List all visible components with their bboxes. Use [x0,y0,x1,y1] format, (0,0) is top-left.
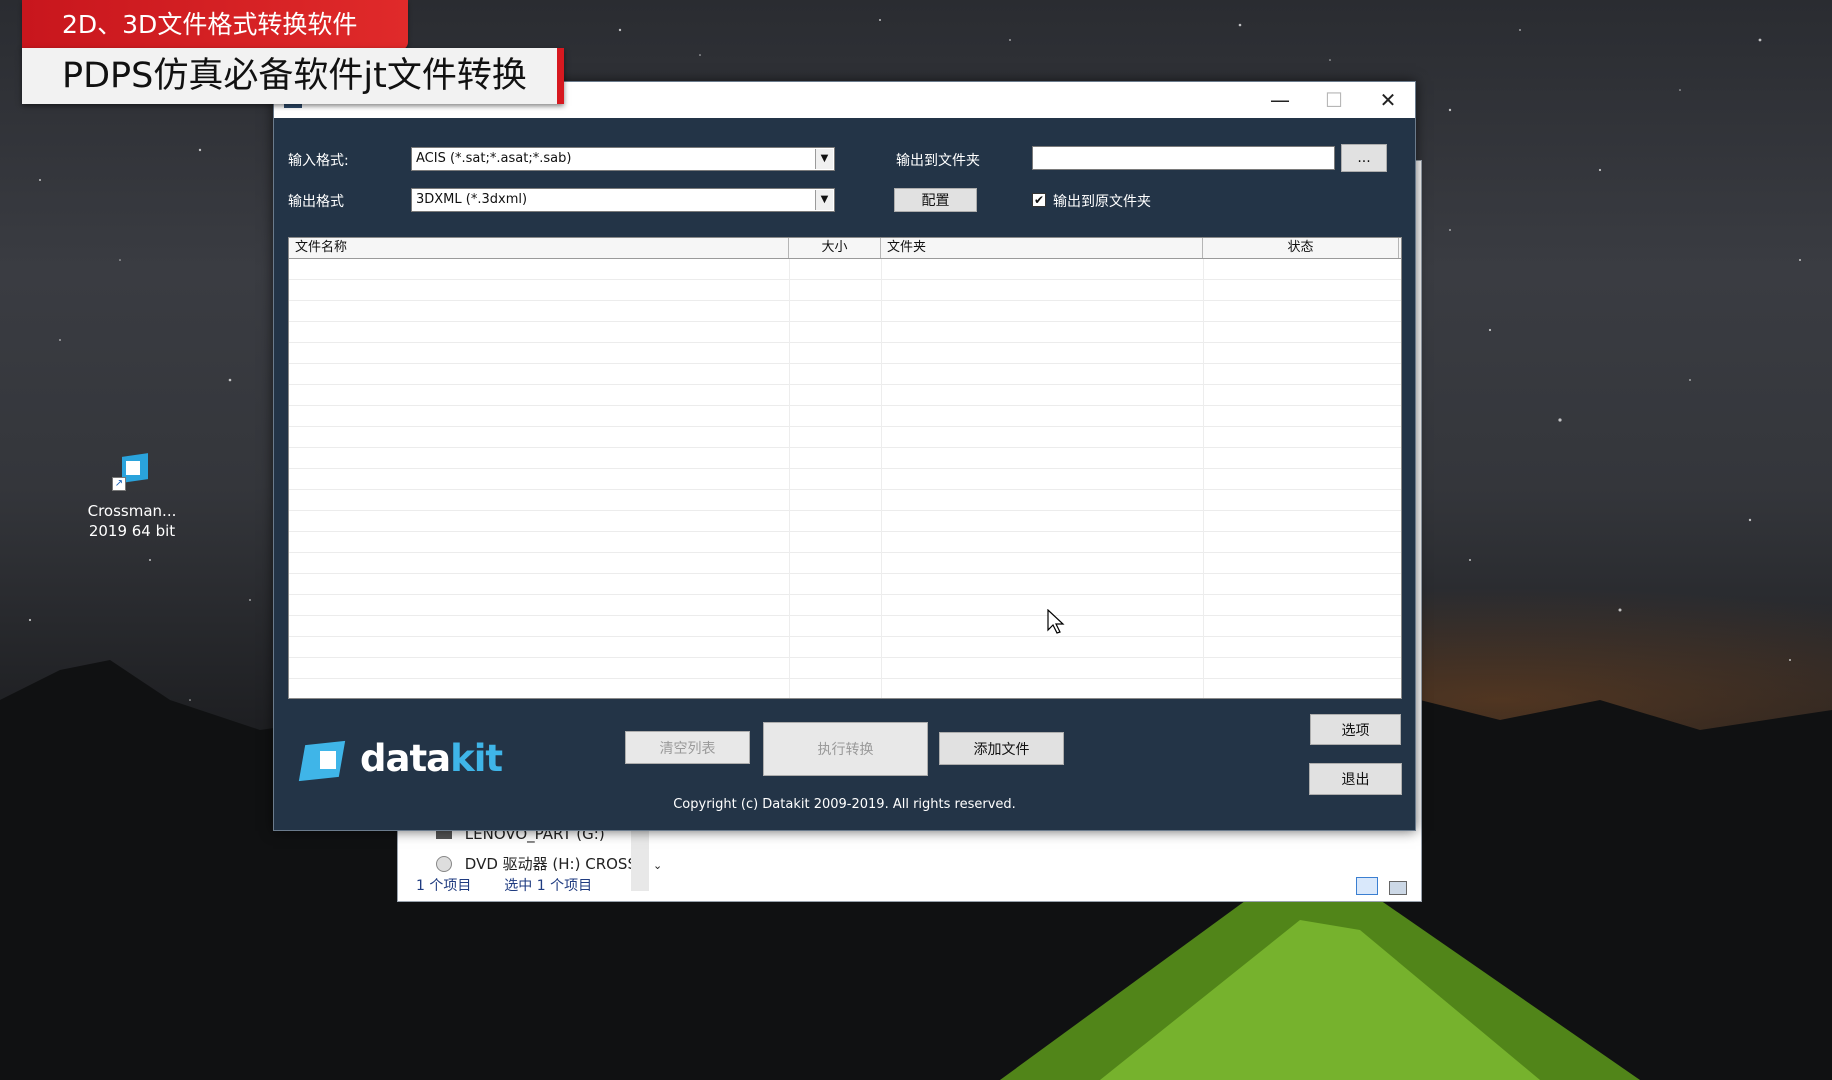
input-format-dropdown[interactable]: ACIS (*.sat;*.asat;*.sab) ▼ [411,147,835,171]
thumbnail-view-icon[interactable] [1389,881,1407,895]
column-divider [789,259,790,698]
video-title-banner: 2D、3D文件格式转换软件 [22,0,408,50]
chevron-down-icon[interactable]: ▼ [815,149,833,169]
status-selected-count: 选中 1 个项目 [504,878,593,894]
input-format-label: 输入格式: [288,153,349,169]
options-button[interactable]: 选项 [1310,714,1401,745]
column-divider [1203,259,1204,698]
output-folder-input[interactable] [1032,146,1335,170]
explorer-status-bar: 1 个项目 选中 1 个项目 [416,875,592,895]
add-files-button[interactable]: 添加文件 [939,732,1064,765]
explorer-item-drive-h[interactable]: DVD 驱动器 (H:) CROSSN ⌄ [436,853,662,874]
input-format-value: ACIS (*.sat;*.asat;*.sab) [416,151,572,166]
output-folder-label: 输出到文件夹 [896,153,980,169]
datakit-logo-text: datakit [360,737,503,780]
video-subtitle-banner: PDPS仿真必备软件jt文件转换 [22,48,564,104]
browse-folder-button[interactable]: ... [1341,144,1387,172]
column-header-size[interactable]: 大小 [789,238,881,258]
explorer-view-toggles [1355,877,1407,899]
execute-conversion-button[interactable]: 执行转换 [763,722,928,776]
datakit-converter-window: — ☐ ✕ 输入格式: ACIS (*.sat;*.asat;*.sab) ▼ … [273,81,1416,831]
chevron-down-icon[interactable]: ▼ [815,190,833,210]
exit-button[interactable]: 退出 [1309,763,1402,795]
datakit-logo: datakit [298,737,503,781]
mouse-cursor-icon [1047,609,1065,634]
crossmanager-icon: ↗ [112,453,152,495]
drive-icon [436,831,452,839]
close-button[interactable]: ✕ [1361,82,1415,118]
details-view-icon[interactable] [1355,877,1378,895]
table-header: 文件名称 大小 文件夹 状态 [289,238,1401,259]
chevron-down-icon[interactable]: ⌄ [653,859,662,872]
minimize-button[interactable]: — [1253,82,1307,118]
column-divider [881,259,882,698]
column-header-filename[interactable]: 文件名称 [289,238,789,258]
output-format-label: 输出格式 [288,194,344,210]
logo-text-data: data [360,737,451,780]
output-format-value: 3DXML (*.3dxml) [416,192,528,207]
clear-list-button[interactable]: 清空列表 [625,731,750,764]
desktop-icon-label-line2: 2019 64 bit [88,522,176,540]
copyright-text: Copyright (c) Datakit 2009-2019. All rig… [673,797,1016,812]
table-body [289,259,1401,698]
column-header-status[interactable]: 状态 [1203,238,1399,258]
maximize-button[interactable]: ☐ [1307,82,1361,118]
logo-text-kit: kit [450,737,503,780]
file-list-table[interactable]: 文件名称 大小 文件夹 状态 [288,237,1402,699]
same-folder-checkbox[interactable]: ✔ [1032,193,1046,207]
same-folder-label: 输出到原文件夹 [1053,194,1151,210]
desktop-shortcut-crossmanager[interactable]: ↗ Crossman... 2019 64 bit [82,453,182,541]
datakit-logo-mark [298,739,346,781]
drive-h-label: DVD 驱动器 (H:) CROSSN [464,855,649,873]
status-item-count: 1 个项目 [416,878,472,894]
column-header-folder[interactable]: 文件夹 [881,238,1203,258]
output-format-dropdown[interactable]: 3DXML (*.3dxml) ▼ [411,188,835,212]
desktop-icon-label-line1: Crossman... [87,502,177,520]
config-button[interactable]: 配置 [894,188,977,212]
dvd-drive-icon [436,856,452,872]
